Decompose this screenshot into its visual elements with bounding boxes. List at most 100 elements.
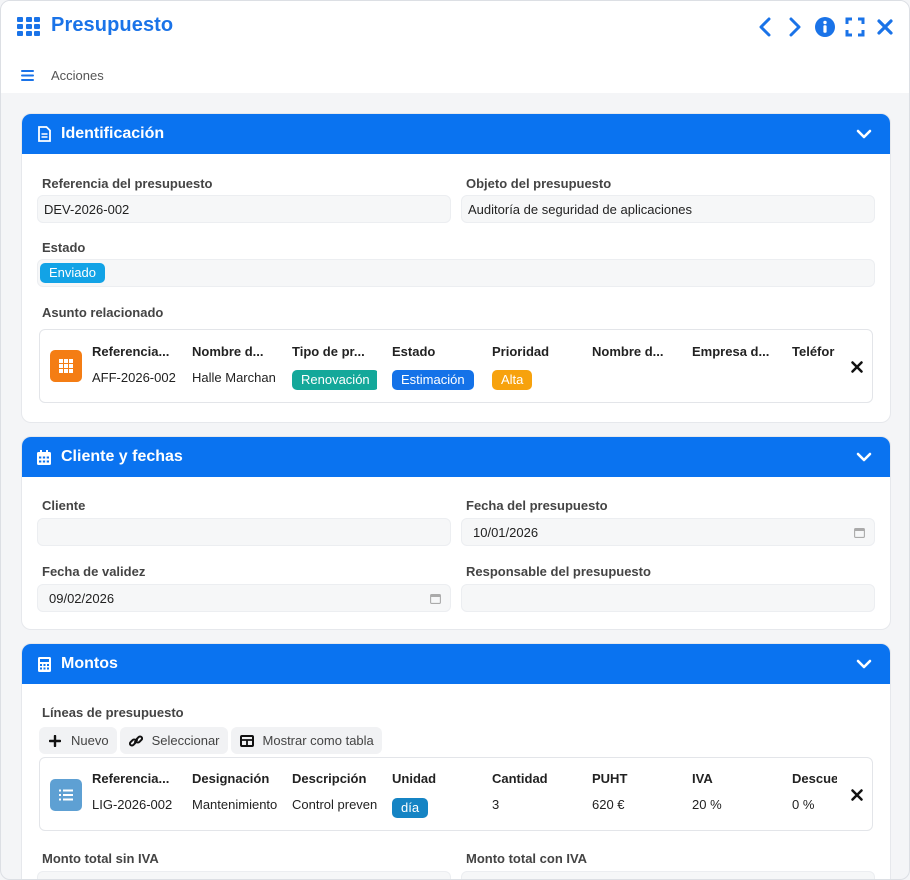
remove-icon[interactable] (851, 361, 863, 373)
chevron-down-icon[interactable] (856, 126, 872, 142)
section-identificacion: Identificación Referencia del presupuest… (22, 114, 890, 422)
cliente-field[interactable] (37, 518, 451, 546)
referencia-label: Referencia del presupuesto (42, 176, 213, 191)
chevron-down-icon[interactable] (856, 656, 872, 672)
table-icon (239, 734, 254, 748)
linea-descuento: 0 % (792, 797, 815, 812)
calendar-icon[interactable] (854, 527, 865, 538)
linea-iva: 20 % (692, 797, 722, 812)
asunto-header-3: Estado (392, 344, 436, 359)
estado-field[interactable]: Enviado (37, 259, 875, 287)
list-icon (50, 779, 82, 811)
total-sin-iva-field[interactable] (37, 871, 451, 879)
total-sin-iva-label: Monto total sin IVA (42, 851, 159, 866)
actions-label: Acciones (51, 67, 104, 83)
presupuesto-window: Presupuesto Acciones Identificación Refe… (0, 0, 910, 880)
fecha-field[interactable]: 10/01/2026 (461, 518, 875, 546)
mostrar-tabla-button[interactable]: Mostrar como tabla (230, 727, 382, 754)
badge-estimacion: Estimación (392, 370, 474, 390)
asunto-header-5: Nombre d... (592, 344, 664, 359)
nuevo-label: Nuevo (71, 733, 109, 748)
fecha-label: Fecha del presupuesto (466, 498, 608, 513)
badge-alta: Alta (492, 370, 533, 390)
fullscreen-icon[interactable] (845, 15, 865, 39)
section-montos: Montos Líneas de presupuesto Nuevo Selec… (22, 644, 890, 879)
plus-icon (48, 734, 62, 748)
section-title: Montos (61, 655, 118, 672)
linea-row[interactable]: Referencia... Designación Descripción Un… (39, 757, 873, 831)
section-header-identificacion[interactable]: Identificación (22, 114, 890, 154)
asunto-label: Asunto relacionado (42, 305, 164, 320)
linea-reference: LIG-2026-002 (92, 797, 173, 812)
remove-icon[interactable] (851, 789, 863, 801)
previous-icon[interactable] (755, 15, 775, 39)
seleccionar-label: Seleccionar (151, 733, 220, 748)
calendar-icon[interactable] (430, 593, 441, 604)
section-cliente: Cliente y fechas Cliente Fecha del presu… (22, 437, 890, 629)
hamburger-icon (21, 69, 34, 81)
referencia-value: DEV-2026-002 (44, 201, 130, 217)
asunto-tipo: Renovación (292, 370, 377, 390)
asunto-header-7: Teléfor (792, 344, 835, 359)
linea-designacion: Mantenimiento (192, 797, 277, 812)
linea-cantidad: 3 (492, 797, 500, 812)
asunto-name: Halle Marchan (192, 370, 276, 385)
validez-label: Fecha de validez (42, 564, 146, 579)
chevron-down-icon[interactable] (856, 449, 872, 465)
asunto-reference: AFF-2026-002 (92, 370, 176, 385)
mostrar-tabla-label: Mostrar como tabla (262, 733, 374, 748)
document-icon (36, 126, 52, 142)
linea-unidad: día (392, 798, 477, 818)
linea-header-7: Descue (792, 771, 837, 786)
status-badge-enviado: Enviado (40, 263, 105, 283)
linea-header-4: Cantidad (492, 771, 548, 786)
asunto-header-0: Referencia... (92, 344, 170, 359)
linea-header-5: PUHT (592, 771, 628, 786)
asunto-prioridad: Alta (492, 370, 577, 390)
linea-header-0: Referencia... (92, 771, 170, 786)
linea-puht: 620 € (592, 797, 625, 812)
responsable-field[interactable] (461, 584, 875, 612)
referencia-field[interactable]: DEV-2026-002 (37, 195, 451, 223)
grid-icon (50, 350, 82, 382)
total-con-iva-field[interactable] (461, 871, 875, 879)
close-icon[interactable] (875, 15, 895, 39)
objeto-value: Auditoría de seguridad de aplicaciones (468, 201, 693, 217)
linea-descripcion: Control preventivo (292, 797, 377, 812)
window-titlebar: Presupuesto Acciones (1, 1, 909, 93)
fecha-value: 10/01/2026 (473, 524, 539, 540)
validez-value: 09/02/2026 (49, 590, 115, 606)
linea-header-1: Designación (192, 771, 270, 786)
linea-header-3: Unidad (392, 771, 437, 786)
window-title: Presupuesto (51, 14, 174, 36)
asunto-header-6: Empresa d... (692, 344, 770, 359)
apps-grid-icon (17, 17, 40, 37)
lineas-label: Líneas de presupuesto (42, 705, 184, 720)
cliente-label: Cliente (42, 498, 86, 513)
asunto-row[interactable]: Referencia... Nombre d... Tipo de pr... … (39, 329, 873, 403)
asunto-header-1: Nombre d... (192, 344, 264, 359)
seleccionar-button[interactable]: Seleccionar (119, 727, 228, 754)
asunto-header-2: Tipo de pr... (292, 344, 365, 359)
lineas-toolbar: Nuevo Seleccionar Mostrar como tabla (39, 727, 382, 754)
actions-menu[interactable]: Acciones (21, 67, 104, 83)
next-icon[interactable] (785, 15, 805, 39)
badge-renovacion: Renovación (292, 370, 377, 390)
section-title: Cliente y fechas (61, 448, 183, 465)
calculator-icon (36, 656, 52, 672)
total-con-iva-label: Monto total con IVA (466, 851, 588, 866)
objeto-label: Objeto del presupuesto (466, 176, 612, 191)
section-header-montos[interactable]: Montos (22, 644, 890, 684)
section-header-cliente[interactable]: Cliente y fechas (22, 437, 890, 477)
info-icon[interactable] (815, 15, 835, 39)
section-title: Identificación (61, 125, 165, 142)
nuevo-button[interactable]: Nuevo (39, 727, 117, 754)
asunto-estado: Estimación (392, 370, 487, 390)
objeto-field[interactable]: Auditoría de seguridad de aplicaciones (461, 195, 875, 223)
badge-dia: día (392, 798, 429, 818)
asunto-header-4: Prioridad (492, 344, 550, 359)
linea-header-6: IVA (692, 771, 713, 786)
validez-field[interactable]: 09/02/2026 (37, 584, 451, 612)
linea-header-2: Descripción (292, 771, 367, 786)
calendar-icon (36, 449, 52, 465)
